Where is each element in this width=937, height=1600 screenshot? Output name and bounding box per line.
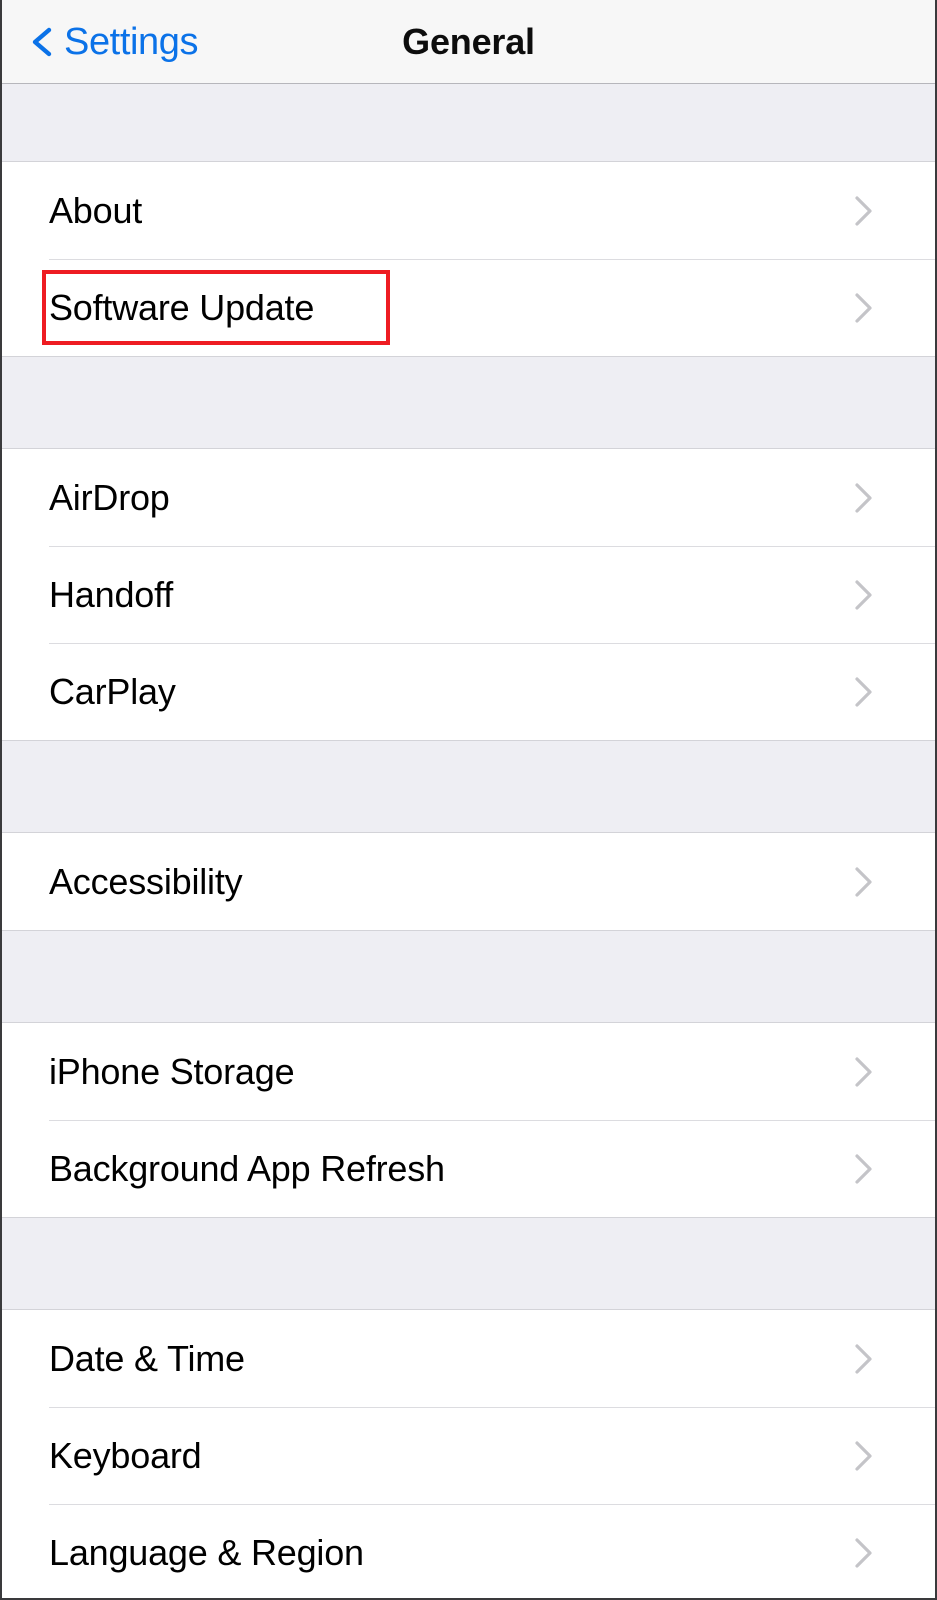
list-item-label: CarPlay <box>49 670 176 712</box>
section-gap <box>2 84 935 162</box>
section-gap <box>2 930 935 1023</box>
list-item-software-update[interactable]: Software Update <box>2 259 935 356</box>
chevron-right-icon <box>853 290 875 326</box>
chevron-right-icon <box>853 1438 875 1474</box>
section-gap <box>2 356 935 449</box>
chevron-right-icon <box>853 1054 875 1090</box>
section-gap <box>2 740 935 833</box>
chevron-right-icon <box>853 577 875 613</box>
list-item-accessibility[interactable]: Accessibility <box>2 833 935 930</box>
list-item-label: Accessibility <box>49 860 243 902</box>
list-item-label: iPhone Storage <box>49 1050 295 1092</box>
chevron-right-icon <box>853 193 875 229</box>
list-item-label: AirDrop <box>49 476 170 518</box>
chevron-right-icon <box>853 1535 875 1571</box>
list-item-keyboard[interactable]: Keyboard <box>2 1407 935 1504</box>
section-gap <box>2 1217 935 1310</box>
navigation-bar: Settings General <box>2 0 935 84</box>
list-item-about[interactable]: About <box>2 162 935 259</box>
chevron-right-icon <box>853 864 875 900</box>
list-item-label: About <box>49 189 143 231</box>
list-item-background-app-refresh[interactable]: Background App Refresh <box>2 1120 935 1217</box>
list-item-handoff[interactable]: Handoff <box>2 546 935 643</box>
list-item-label: Handoff <box>49 573 174 615</box>
accessibility-section: Accessibility <box>2 833 935 930</box>
chevron-right-icon <box>853 1151 875 1187</box>
list-item-date-and-time[interactable]: Date & Time <box>2 1310 935 1407</box>
list-item-label: Language & Region <box>49 1531 364 1573</box>
chevron-right-icon <box>853 1341 875 1377</box>
list-item-carplay[interactable]: CarPlay <box>2 643 935 740</box>
chevron-right-icon <box>853 674 875 710</box>
list-item-label: Date & Time <box>49 1337 245 1379</box>
list-item-label: Software Update <box>49 286 315 328</box>
list-item-airdrop[interactable]: AirDrop <box>2 449 935 546</box>
iphone-settings-general-screen: Settings General About Software Update A… <box>0 0 937 1600</box>
page-title: General <box>402 20 535 62</box>
list-item-label: Keyboard <box>49 1434 202 1476</box>
locale-section: Date & Time Keyboard Language & Region <box>2 1310 935 1598</box>
list-item-label: Background App Refresh <box>49 1147 445 1189</box>
list-item-language-and-region[interactable]: Language & Region <box>2 1504 935 1598</box>
storage-section: iPhone Storage Background App Refresh <box>2 1023 935 1217</box>
about-section: About Software Update <box>2 162 935 356</box>
settings-list[interactable]: About Software Update AirDrop Handoff Ca… <box>2 84 935 1598</box>
continuity-section: AirDrop Handoff CarPlay <box>2 449 935 740</box>
list-item-iphone-storage[interactable]: iPhone Storage <box>2 1023 935 1120</box>
chevron-right-icon <box>853 480 875 516</box>
